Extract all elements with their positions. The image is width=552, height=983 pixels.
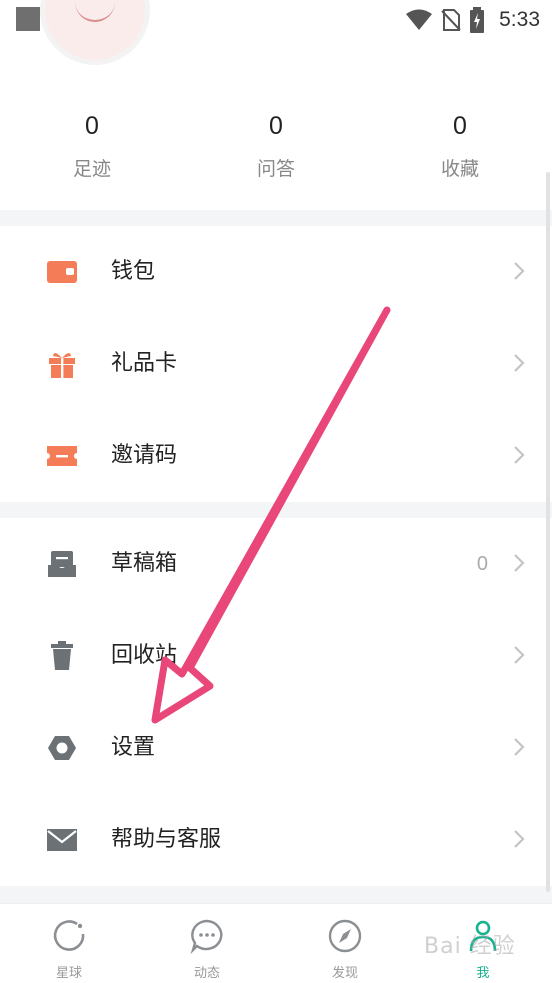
compass-icon (328, 919, 362, 953)
menu-item-label: 设置 (111, 735, 156, 760)
stat-count: 0 (85, 112, 99, 140)
scrollbar[interactable] (546, 172, 550, 892)
menu-item-wallet[interactable]: 钱包 (0, 226, 552, 318)
menu-item-label: 草稿箱 (111, 551, 178, 576)
menu-item-settings[interactable]: 设置 (0, 702, 552, 794)
battery-icon (470, 7, 485, 33)
tab-label: 发现 (331, 966, 358, 981)
section-divider (0, 502, 552, 518)
chevron-right-icon (514, 738, 525, 756)
chevron-right-icon (514, 354, 525, 372)
tab-label: 动态 (193, 966, 220, 981)
stat-label: 收藏 (440, 158, 479, 180)
gift-icon (49, 352, 75, 378)
menu-item-recycle-bin[interactable]: 回收站 (0, 610, 552, 702)
stat-label: 足迹 (72, 158, 111, 180)
tab-discover[interactable]: 发现 (276, 904, 414, 983)
chevron-right-icon (514, 262, 525, 280)
menu-item-invite-code[interactable]: 邀请码 (0, 410, 552, 502)
no-sim-icon (441, 9, 461, 31)
chevron-right-icon (514, 830, 525, 848)
ticket-icon (47, 446, 77, 466)
tab-feed[interactable]: 动态 (138, 904, 276, 983)
tab-planet[interactable]: 星球 (0, 904, 138, 983)
drafts-count: 0 (476, 553, 488, 575)
stat-count: 0 (269, 112, 283, 140)
chevron-right-icon (514, 646, 525, 664)
menu-item-label: 回收站 (111, 643, 178, 668)
watermark: Bai 经验 (424, 934, 516, 959)
section-divider (0, 886, 552, 903)
planet-icon (53, 920, 85, 951)
chat-bubble-icon (190, 919, 223, 954)
menu-item-label: 礼品卡 (111, 351, 178, 376)
menu-item-drafts[interactable]: 草稿箱 0 (0, 518, 552, 610)
menu-item-gift-card[interactable]: 礼品卡 (0, 318, 552, 410)
stat-favorites[interactable]: 0 收藏 (380, 108, 540, 181)
profile-stats: 0 足迹 0 问答 0 收藏 (0, 108, 552, 188)
menu-item-label: 帮助与客服 (111, 827, 222, 852)
avatar[interactable] (40, 0, 150, 65)
notification-icon (16, 7, 40, 31)
menu-item-label: 钱包 (111, 259, 156, 284)
drafts-icon (48, 551, 76, 577)
wifi-icon (406, 9, 433, 30)
status-time: 5:33 (499, 8, 540, 31)
stat-count: 0 (453, 112, 467, 140)
tab-label: 我 (476, 966, 490, 981)
section-divider (0, 210, 552, 226)
gear-icon (48, 736, 76, 760)
menu-item-help[interactable]: 帮助与客服 (0, 794, 552, 886)
chevron-right-icon (514, 446, 525, 464)
menu-item-label: 邀请码 (111, 443, 178, 468)
tab-label: 星球 (55, 966, 82, 981)
mail-icon (47, 829, 77, 851)
wallet-icon (47, 261, 77, 283)
status-icons: 5:33 (405, 6, 540, 34)
stat-footprints[interactable]: 0 足迹 (12, 108, 172, 181)
stat-qa[interactable]: 0 问答 (196, 108, 356, 181)
trash-icon (51, 641, 73, 670)
chevron-right-icon (514, 554, 525, 572)
stat-label: 问答 (256, 158, 295, 180)
